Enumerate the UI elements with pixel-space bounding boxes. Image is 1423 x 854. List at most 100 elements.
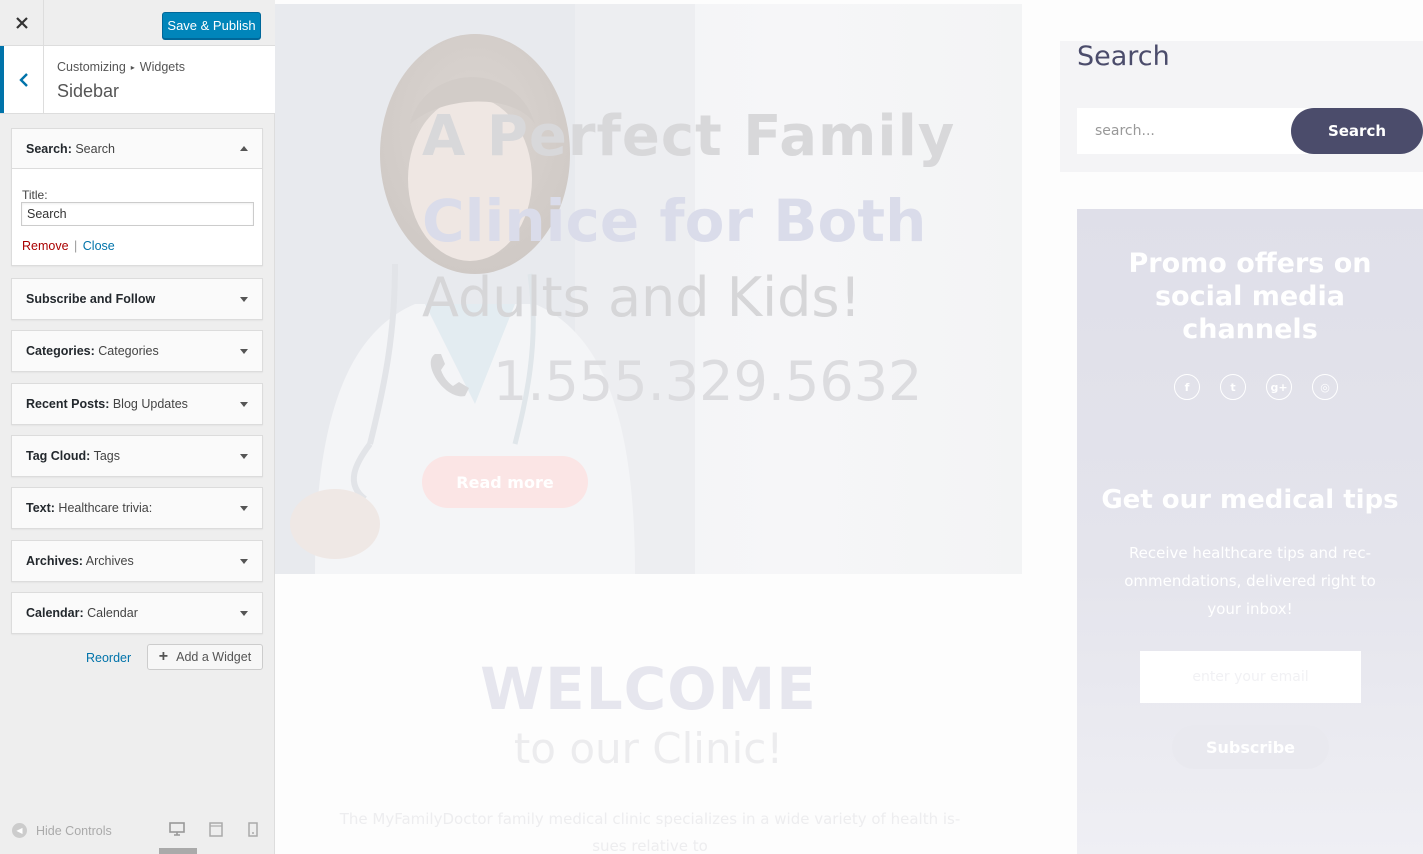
instagram-icon[interactable]: ◎ bbox=[1312, 374, 1338, 400]
widget-header[interactable]: Recent Posts: Blog Updates bbox=[12, 384, 262, 424]
facebook-icon[interactable]: f bbox=[1174, 374, 1200, 400]
add-widget-button[interactable]: + Add a Widget bbox=[147, 644, 263, 670]
widget-header[interactable]: Calendar: Calendar bbox=[12, 593, 262, 633]
welcome-body-line: sues relative to bbox=[592, 837, 708, 854]
expand-arrow-icon[interactable] bbox=[240, 558, 248, 564]
footer-controls: ◀ Hide Controls bbox=[0, 812, 275, 854]
widget-type: Search: bbox=[26, 141, 72, 156]
widget-title: Categories bbox=[98, 344, 159, 358]
save-publish-button[interactable]: Save & Publish bbox=[162, 12, 261, 39]
panel-header: Save & Publish bbox=[0, 0, 275, 46]
widget-type: Calendar: bbox=[26, 606, 84, 620]
reorder-link[interactable]: Reorder bbox=[86, 651, 131, 665]
chevron-left-icon bbox=[18, 72, 28, 87]
preview-search-input[interactable] bbox=[1077, 108, 1322, 154]
remove-link[interactable]: Remove bbox=[22, 239, 69, 253]
tips-title: Get our medical tips bbox=[1101, 485, 1399, 515]
hero-line-1: A Perfect Family bbox=[422, 104, 956, 169]
hide-controls-label: Hide Controls bbox=[36, 823, 112, 838]
tips-body: Receive healthcare tips and rec- ommenda… bbox=[1107, 539, 1393, 623]
title-field-label: Title: bbox=[22, 188, 48, 202]
widget-type: Categories: bbox=[26, 344, 95, 358]
collapse-arrow-icon: ◀ bbox=[12, 823, 27, 838]
phone-icon bbox=[430, 354, 469, 397]
hero-line-3: Adults and Kids! bbox=[422, 266, 862, 329]
breadcrumb-child: Widgets bbox=[139, 60, 185, 74]
active-device-indicator bbox=[159, 848, 197, 854]
preview-search-button[interactable]: Search bbox=[1291, 108, 1423, 154]
widget-title: Search bbox=[75, 141, 115, 156]
welcome-section: WELCOME to our Clinic! bbox=[275, 655, 1022, 775]
add-widget-label: Add a Widget bbox=[176, 650, 252, 664]
widget-title: Calendar bbox=[87, 606, 138, 620]
widget-subscribe-follow[interactable]: Subscribe and Follow bbox=[11, 278, 263, 320]
hide-controls-button[interactable]: ◀ Hide Controls bbox=[12, 823, 112, 838]
twitter-icon[interactable]: t bbox=[1220, 374, 1246, 400]
widget-recent-posts[interactable]: Recent Posts: Blog Updates bbox=[11, 383, 263, 425]
welcome-body-line: The MyFamilyDoctor family medical clinic… bbox=[339, 810, 961, 828]
customizer-panel: Save & Publish Customizing ▸ Widgets Sideb… bbox=[0, 0, 275, 854]
widget-header[interactable]: Search: Search bbox=[12, 129, 262, 169]
expand-arrow-icon[interactable] bbox=[240, 610, 248, 616]
preview-search-widget: Search Search bbox=[1060, 41, 1423, 172]
expand-arrow-icon[interactable] bbox=[240, 505, 248, 511]
promo-title-line: social media bbox=[1154, 281, 1345, 312]
breadcrumb-root: Customizing bbox=[57, 60, 126, 74]
widget-text[interactable]: Text: Healthcare trivia: bbox=[11, 487, 263, 529]
social-icons: f t g+ ◎ bbox=[1174, 374, 1338, 400]
site-preview: A Perfect Family Clinice for Both Adults… bbox=[275, 0, 1423, 854]
tablet-preview-icon[interactable] bbox=[209, 822, 223, 837]
actions-separator: | bbox=[74, 239, 78, 253]
breadcrumb: Customizing ▸ Widgets bbox=[57, 60, 185, 74]
widget-type: Text: bbox=[26, 501, 55, 515]
mobile-preview-icon[interactable] bbox=[248, 822, 258, 837]
read-more-button[interactable]: Read more bbox=[422, 456, 588, 508]
widget-actions: Remove | Close bbox=[22, 239, 115, 253]
widget-title: Blog Updates bbox=[112, 397, 188, 411]
welcome-subtitle: to our Clinic! bbox=[513, 724, 784, 773]
widget-type: Recent Posts: bbox=[26, 397, 110, 411]
widget-archives[interactable]: Archives: Archives bbox=[11, 540, 263, 582]
promo-title: Promo offers on social media channels bbox=[1077, 247, 1423, 346]
plus-icon: + bbox=[158, 648, 169, 665]
expand-arrow-icon[interactable] bbox=[240, 453, 248, 459]
close-link[interactable]: Close bbox=[83, 239, 115, 253]
hero-line-2: Clinice for Both bbox=[422, 187, 927, 255]
widget-type: Subscribe and Follow bbox=[26, 292, 156, 306]
welcome-body: The MyFamilyDoctor family medical clinic… bbox=[305, 806, 995, 854]
section-title: Customizing ▸ Widgets Sidebar bbox=[0, 46, 275, 114]
widget-header[interactable]: Archives: Archives bbox=[12, 541, 262, 581]
google-plus-icon[interactable]: g+ bbox=[1266, 374, 1292, 400]
widget-type: Archives: bbox=[26, 554, 83, 568]
widget-header[interactable]: Tag Cloud: Tags bbox=[12, 436, 262, 476]
close-customizer-button[interactable] bbox=[0, 0, 44, 46]
breadcrumb-separator-icon: ▸ bbox=[130, 63, 135, 72]
title-field[interactable] bbox=[21, 202, 254, 226]
panel-title: Sidebar bbox=[57, 81, 120, 101]
widget-type: Tag Cloud: bbox=[26, 449, 91, 463]
widget-calendar[interactable]: Calendar: Calendar bbox=[11, 592, 263, 634]
expand-arrow-icon[interactable] bbox=[240, 401, 248, 407]
tips-body-line: ommendations, delivered right to bbox=[1124, 572, 1376, 590]
widget-header[interactable]: Subscribe and Follow bbox=[12, 279, 262, 319]
hero-section: A Perfect Family Clinice for Both Adults… bbox=[275, 4, 1022, 574]
hero-phone: 1.555.329.5632 bbox=[493, 350, 923, 413]
widget-categories[interactable]: Categories: Categories bbox=[11, 330, 263, 372]
widget-search: Search: Search Title: Remove | Close bbox=[11, 128, 263, 266]
expand-arrow-icon[interactable] bbox=[240, 296, 248, 302]
subscribe-button[interactable]: Subscribe bbox=[1172, 725, 1329, 769]
expand-arrow-icon[interactable] bbox=[240, 348, 248, 354]
collapse-arrow-icon[interactable] bbox=[240, 146, 248, 151]
promo-widget: Promo offers on social media channels f … bbox=[1077, 209, 1423, 854]
email-field[interactable] bbox=[1140, 651, 1361, 703]
close-icon bbox=[15, 17, 28, 29]
widget-title: Tags bbox=[93, 449, 120, 463]
promo-title-line: channels bbox=[1182, 314, 1318, 345]
widget-tag-cloud[interactable]: Tag Cloud: Tags bbox=[11, 435, 263, 477]
desktop-preview-icon[interactable] bbox=[169, 822, 185, 836]
widget-header[interactable]: Categories: Categories bbox=[12, 331, 262, 371]
widget-header[interactable]: Text: Healthcare trivia: bbox=[12, 488, 262, 528]
widget-title: Archives bbox=[85, 554, 134, 568]
preview-search-title: Search bbox=[1077, 41, 1170, 72]
back-button[interactable] bbox=[0, 46, 44, 113]
